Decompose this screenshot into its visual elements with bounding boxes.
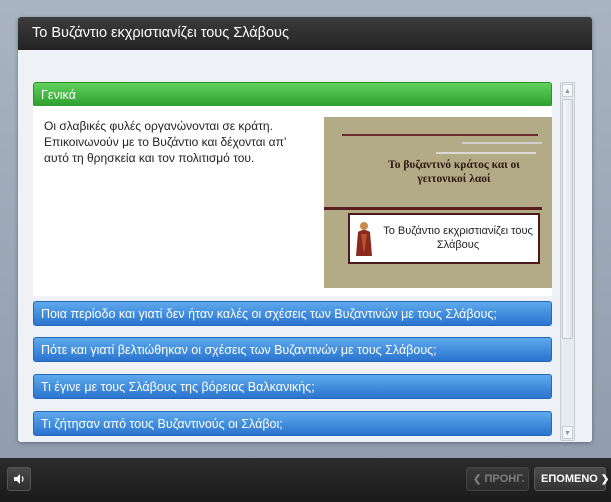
previous-label: ΠΡΟΗΓ. xyxy=(484,473,525,485)
decor-line xyxy=(324,207,542,210)
scrollbar[interactable]: ▲ ▼ xyxy=(560,82,575,441)
saint-figure-icon xyxy=(356,222,372,256)
scrollbar-thumb[interactable] xyxy=(562,99,573,339)
thumbnail-card: Το Βυζάντιο εκχριστιανίζει τους Σλάβους xyxy=(348,213,540,264)
accordion-header-item[interactable]: Πότε και γιατί βελτιώθηκαν οι σχέσεις τω… xyxy=(33,337,552,362)
accordion-container: Γενικά Οι σλαβικές φυλές οργανώνονται σε… xyxy=(18,50,592,442)
chevron-right-icon: ❯ xyxy=(600,474,610,485)
slide-thumbnail[interactable]: Το βυζαντινό κράτος και οι γειτονικοί λα… xyxy=(324,117,552,288)
speaker-icon xyxy=(14,474,24,484)
decor-line xyxy=(436,152,536,154)
next-label: ΕΠΟΜΕΝΟ xyxy=(541,473,598,485)
accordion-header-item[interactable]: Τι έγινε με τους Σλάβους της βόρειας Βαλ… xyxy=(33,374,552,399)
thumbnail-caption: Το Βυζάντιο εκχριστιανίζει τους Σλάβους xyxy=(383,225,533,251)
slide-title: Το Βυζάντιο εκχριστιανίζει τους Σλάβους xyxy=(18,17,592,50)
accordion-panel-general: Οι σλαβικές φυλές οργανώνονται σε κράτη.… xyxy=(33,106,552,296)
next-button[interactable]: ΕΠΟΜΕΝΟ ❯ xyxy=(534,467,610,491)
previous-button[interactable]: ❮ ΠΡΟΗΓ. xyxy=(466,467,529,491)
thumbnail-title: Το βυζαντινό κράτος και οι γειτονικοί λα… xyxy=(388,159,520,185)
volume-button[interactable] xyxy=(7,467,31,491)
accordion-header-item[interactable]: Τι ζήτησαν από τους Βυζαντινούς οι Σλάβο… xyxy=(33,411,552,436)
scroll-down-icon[interactable]: ▼ xyxy=(562,426,573,439)
panel-description: Οι σλαβικές φυλές οργανώνονται σε κράτη.… xyxy=(44,119,287,165)
accordion-header-general[interactable]: Γενικά xyxy=(33,82,552,107)
accordion-header-item[interactable]: Ποια περίοδο και γιατί δεν ήταν καλές οι… xyxy=(33,301,552,326)
chevron-left-icon: ❮ xyxy=(473,474,482,485)
player-footer: ❮ ΠΡΟΗΓ. ΕΠΟΜΕΝΟ ❯ xyxy=(0,458,611,502)
scroll-up-icon[interactable]: ▲ xyxy=(562,84,573,97)
slide-frame: Το Βυζάντιο εκχριστιανίζει τους Σλάβους … xyxy=(18,17,592,442)
decor-line xyxy=(462,142,542,144)
decor-line xyxy=(342,134,538,136)
